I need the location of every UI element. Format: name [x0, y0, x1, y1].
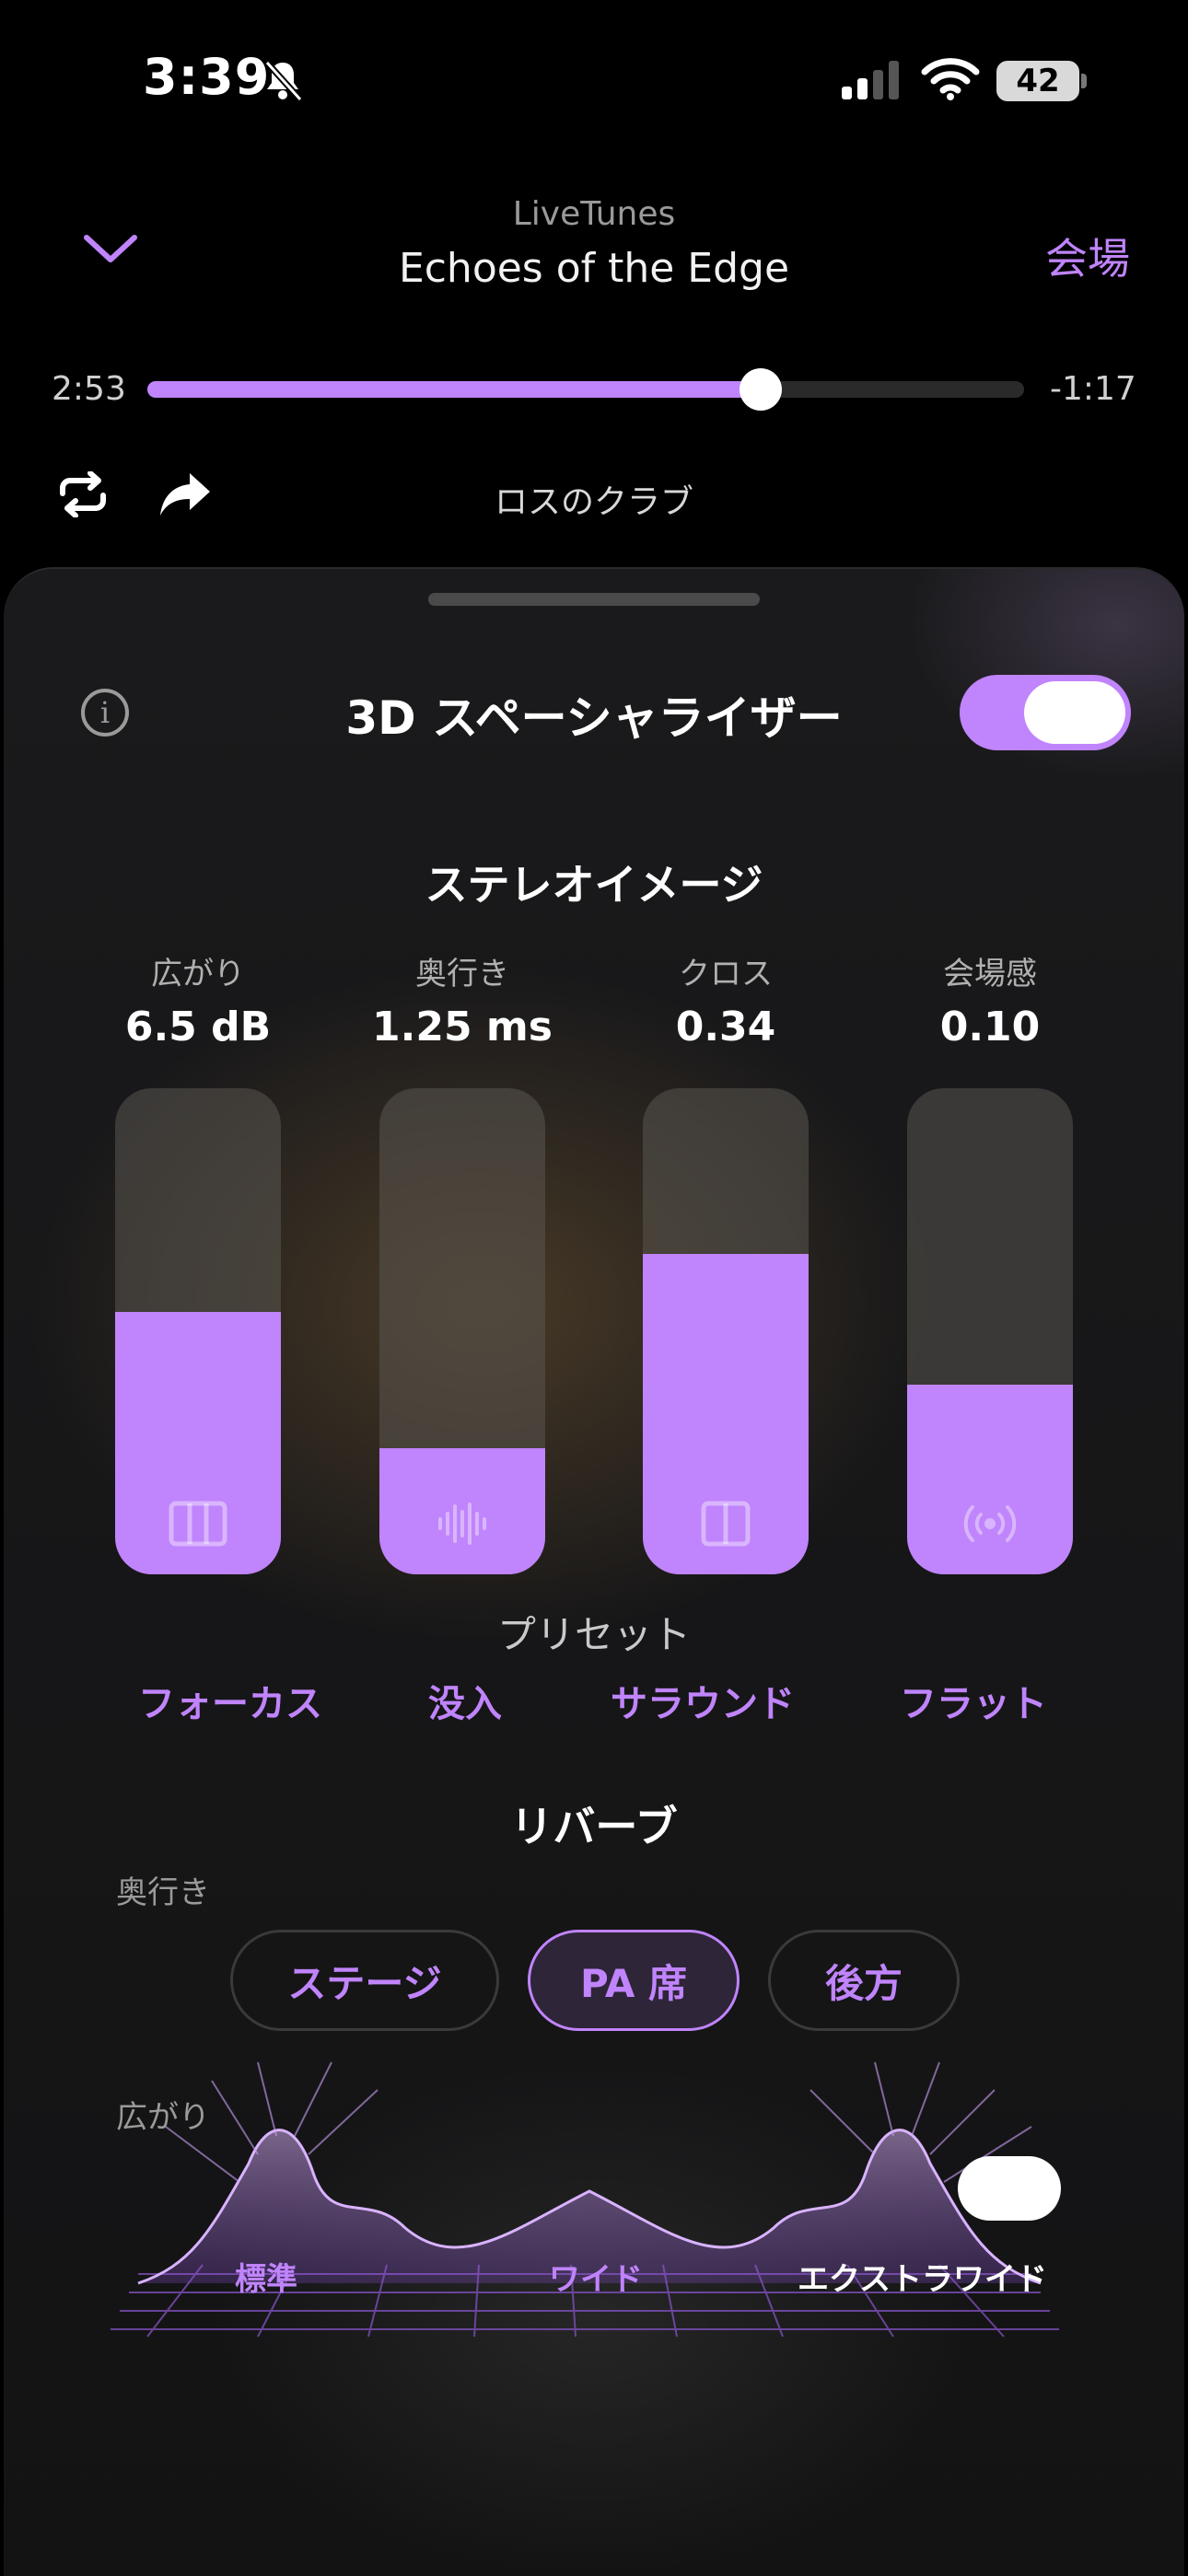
wifi-icon: [921, 55, 980, 105]
elapsed-time: 2:53: [52, 370, 126, 408]
song-title: Echoes of the Edge: [398, 245, 790, 292]
broadcast-icon: [961, 1501, 1019, 1547]
stereo-image-title: ステレオイメージ: [425, 860, 763, 910]
param-label-depth: 奥行き: [415, 956, 509, 992]
reverb-title: リバーブ: [510, 1802, 678, 1851]
progress-fill: [147, 381, 762, 398]
status-time: 3:39: [143, 48, 271, 106]
param-label-spread: 広がり: [151, 956, 245, 992]
param-label-ambience: 会場感: [943, 956, 1037, 992]
sheet-grabber[interactable]: [428, 593, 760, 606]
cellular-signal-icon: [840, 59, 904, 105]
preset-focus-button[interactable]: フォーカス: [120, 1674, 341, 1727]
bell-slash-icon: [260, 57, 306, 107]
param-value-ambience: 0.10: [939, 1004, 1041, 1050]
waveform-icon: [433, 1501, 492, 1547]
remaining-time: -1:17: [1050, 370, 1136, 408]
depth-option-pa[interactable]: PA 席: [528, 1930, 740, 2031]
venue-name: ロスのクラブ: [494, 483, 693, 521]
app-name: LiveTunes: [512, 195, 676, 233]
width-option-extra-wide[interactable]: エクストラワイド: [798, 2254, 1047, 2299]
battery-indicator: 42: [996, 61, 1079, 101]
slider-cross[interactable]: [643, 1088, 809, 1574]
preset-surround-button[interactable]: サラウンド: [592, 1674, 813, 1727]
preset-flat-button[interactable]: フラット: [863, 1674, 1084, 1727]
progress-thumb[interactable]: [740, 368, 783, 411]
depth-option-stage[interactable]: ステージ: [230, 1930, 499, 2031]
param-value-depth: 1.25 ms: [372, 1004, 553, 1050]
slider-depth[interactable]: [379, 1088, 545, 1574]
depth-option-rear[interactable]: 後方: [768, 1930, 960, 2031]
slider-ambience[interactable]: [907, 1088, 1073, 1574]
spatializer-toggle-knob: [1024, 681, 1125, 744]
param-label-cross: クロス: [679, 956, 773, 992]
preset-immersive-button[interactable]: 没入: [355, 1674, 576, 1727]
columns-icon: [169, 1501, 227, 1547]
width-option-standard[interactable]: 標準: [235, 2254, 297, 2299]
preset-title: プリセット: [496, 1612, 691, 1657]
width-option-wide[interactable]: ワイド: [549, 2254, 643, 2299]
param-value-cross: 0.34: [675, 1004, 776, 1050]
split-square-icon: [696, 1501, 755, 1547]
width-toggle-knob[interactable]: [958, 2156, 1061, 2221]
param-value-spread: 6.5 dB: [124, 1004, 272, 1050]
reverb-depth-label: 奥行き: [116, 1874, 210, 1911]
battery-nub: [1081, 74, 1087, 88]
venue-link[interactable]: 会場: [1045, 226, 1130, 286]
slider-spread[interactable]: [115, 1088, 281, 1574]
